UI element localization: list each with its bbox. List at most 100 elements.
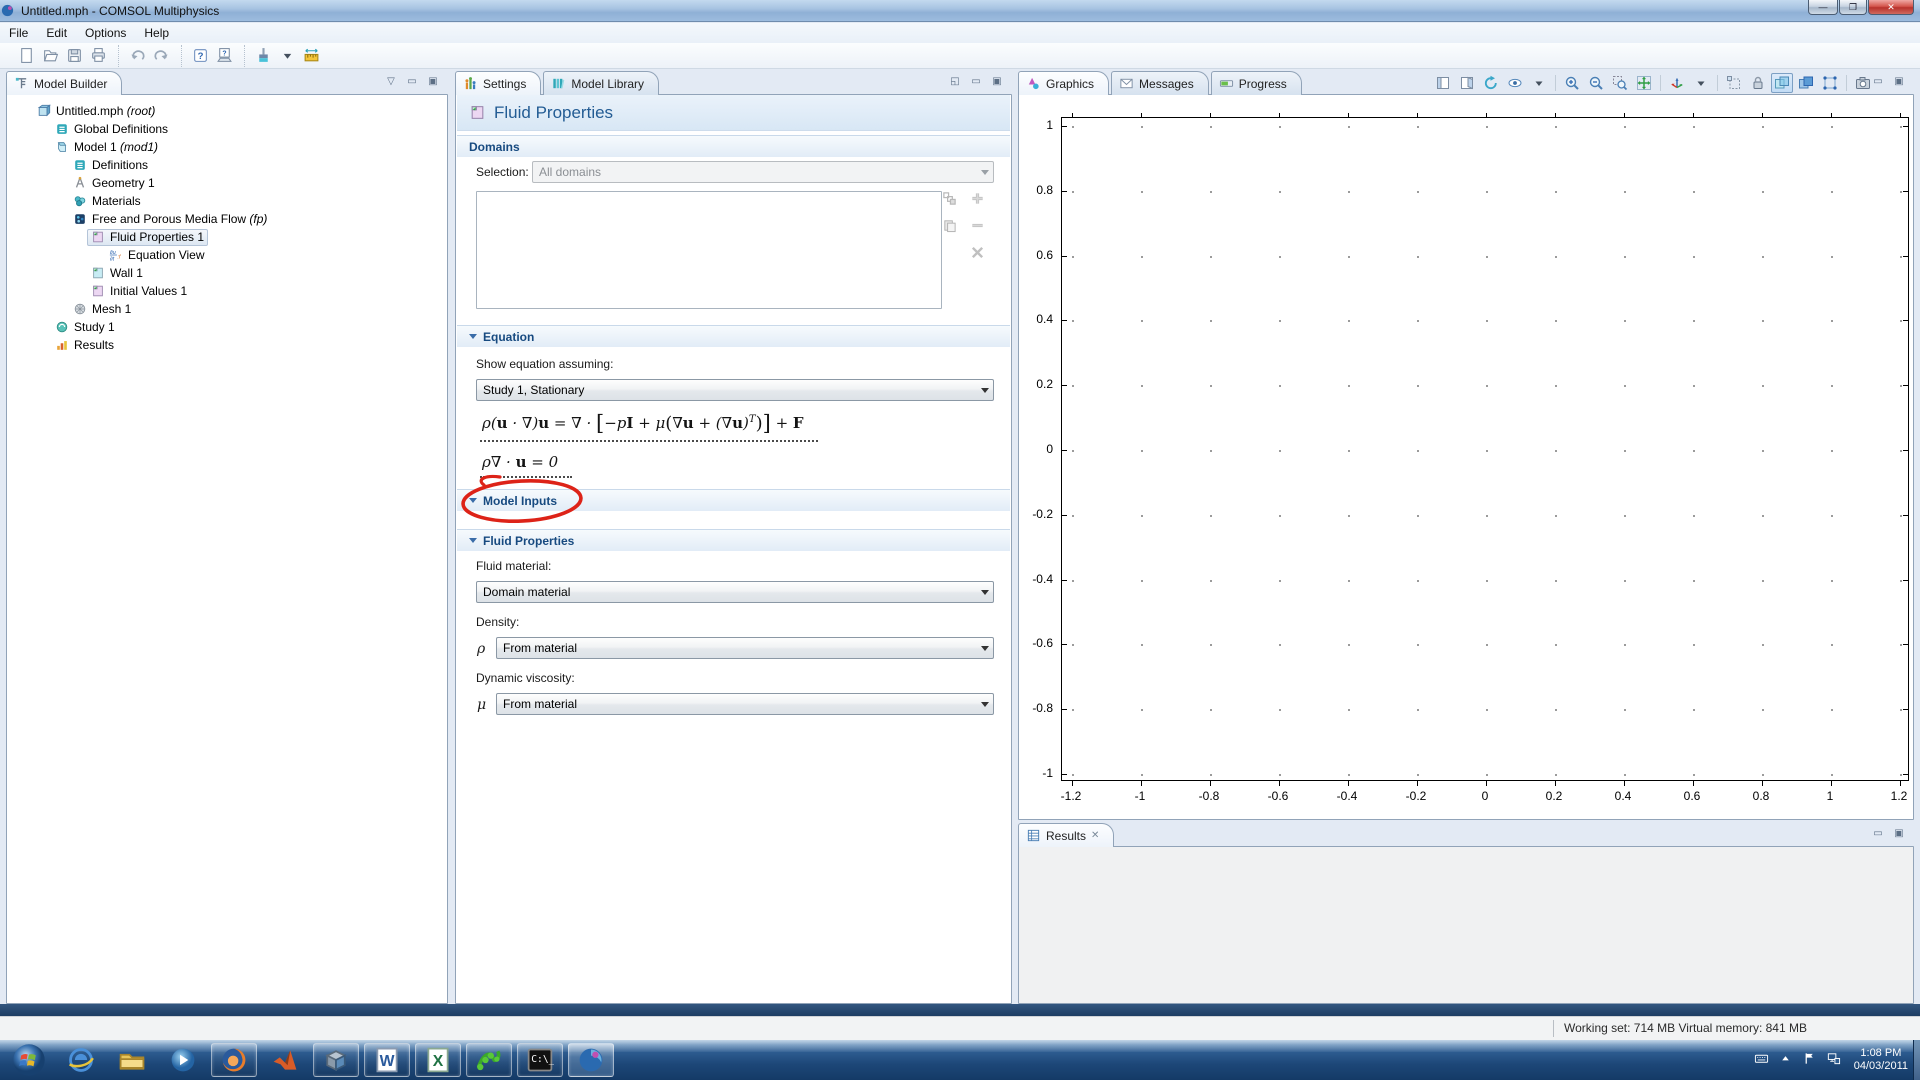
panel-left-button[interactable] — [1432, 73, 1454, 93]
tab-progress[interactable]: Progress — [1211, 71, 1302, 95]
tree-item-initial-values-1[interactable]: Initial Values 1 — [91, 282, 187, 300]
tree-item-mesh-1[interactable]: Mesh 1 — [73, 300, 131, 318]
clear-selection-button[interactable] — [968, 243, 986, 261]
tray-flag[interactable] — [1802, 1051, 1817, 1069]
view-eye-button[interactable] — [1504, 73, 1526, 93]
tray-keyboard[interactable] — [1754, 1051, 1769, 1069]
close-tab-icon[interactable]: ✕ — [1091, 830, 1099, 841]
clear-brush-button[interactable] — [251, 45, 275, 67]
taskbar-firefox[interactable] — [211, 1043, 257, 1077]
tab-model-library[interactable]: Model Library — [543, 71, 659, 95]
menu-help[interactable]: Help — [135, 24, 178, 42]
tree-item-equation-view[interactable]: ∂u∂t:fEquation View — [109, 246, 205, 264]
fluid-properties-section-bar[interactable]: Fluid Properties — [457, 529, 1010, 551]
print-button[interactable] — [86, 45, 110, 67]
taskbar-ie[interactable] — [58, 1043, 104, 1077]
clock[interactable]: 1:08 PM04/03/2011 — [1854, 1047, 1908, 1073]
app-logo-icon — [0, 3, 15, 18]
taskbar-word[interactable]: W — [364, 1043, 410, 1077]
panel-maximize-icon[interactable]: ▣ — [990, 75, 1004, 87]
redo-button[interactable] — [149, 45, 173, 67]
close-button[interactable]: ✕ — [1868, 0, 1914, 15]
show-desktop-button[interactable] — [1913, 1040, 1920, 1080]
tree-item-materials[interactable]: Materials — [73, 192, 141, 210]
tree-item-study-1[interactable]: Study 1 — [55, 318, 115, 336]
panel-minimize-icon[interactable]: ▭ — [969, 75, 983, 87]
zoom-in-button[interactable] — [1561, 73, 1583, 93]
taskbar-cmd[interactable]: C:\_ — [517, 1043, 563, 1077]
taskbar-media-player[interactable] — [160, 1043, 206, 1077]
minimize-button[interactable]: — — [1808, 0, 1838, 15]
tree-item-geometry-1[interactable]: Geometry 1 — [73, 174, 155, 192]
selection-combo[interactable]: All domains — [532, 161, 994, 183]
taskbar-excel[interactable]: X — [415, 1043, 461, 1077]
lock-button[interactable] — [1747, 73, 1769, 93]
select-frame-button[interactable] — [1723, 73, 1745, 93]
taskbar-comsol[interactable] — [568, 1043, 614, 1077]
tree-item-untitled-mph[interactable]: Untitled.mph (root) — [37, 102, 155, 120]
axis-triad-button[interactable] — [1666, 73, 1688, 93]
plot-area[interactable] — [1061, 117, 1909, 781]
caret-down-button[interactable] — [1690, 73, 1712, 93]
taskbar-start[interactable] — [6, 1043, 52, 1077]
tree-item-free-and-porous-media-flow[interactable]: Free and Porous Media Flow (fp) — [73, 210, 267, 228]
panel-maximize-icon[interactable]: ▣ — [1892, 827, 1906, 839]
tree-item-wall-1[interactable]: Wall 1 — [91, 264, 143, 282]
menu-file[interactable]: File — [0, 24, 37, 42]
zoom-out-button[interactable] — [1585, 73, 1607, 93]
taskbar-matlab[interactable] — [262, 1043, 308, 1077]
model-inputs-section-bar[interactable]: Model Inputs — [457, 489, 1010, 511]
tab-messages[interactable]: Messages — [1111, 71, 1209, 95]
open-button[interactable] — [38, 45, 62, 67]
panel-door-button[interactable] — [1456, 73, 1478, 93]
taskbar-comsol-cube[interactable] — [313, 1043, 359, 1077]
panel-maximize-icon[interactable]: ▣ — [426, 75, 440, 87]
tray-tray-caret[interactable] — [1778, 1051, 1793, 1069]
documentation-button[interactable]: ? — [212, 45, 236, 67]
wireframe-button[interactable] — [1819, 73, 1841, 93]
measure-ruler-button[interactable] — [299, 45, 323, 67]
undo-button[interactable] — [125, 45, 149, 67]
zoom-box-button[interactable] — [1609, 73, 1631, 93]
caret-down-button[interactable] — [275, 45, 299, 67]
taskbar-explorer[interactable] — [109, 1043, 155, 1077]
tab-settings[interactable]: Settings — [455, 71, 541, 95]
panel-menu-icon[interactable]: ▽ — [384, 75, 398, 87]
caret-down-button[interactable] — [1528, 73, 1550, 93]
results-tab[interactable]: Results ✕ — [1018, 823, 1114, 847]
remove-button[interactable] — [968, 216, 986, 234]
help-button[interactable]: ? — [188, 45, 212, 67]
rotate-button[interactable] — [1480, 73, 1502, 93]
panel-detach-icon[interactable]: ◱ — [948, 75, 962, 87]
zoom-extents-button[interactable] — [1633, 73, 1655, 93]
copy-selection-button[interactable] — [940, 189, 958, 207]
save-button[interactable] — [62, 45, 86, 67]
panel-minimize-icon[interactable]: ▭ — [405, 75, 419, 87]
tree-item-model-1[interactable]: Model 1 (mod1) — [55, 138, 158, 156]
menu-options[interactable]: Options — [76, 24, 135, 42]
tree-item-results[interactable]: Results — [55, 336, 114, 354]
menu-edit[interactable]: Edit — [37, 24, 76, 42]
paste-selection-button[interactable] — [940, 216, 958, 234]
model-builder-tab[interactable]: Model Builder — [6, 71, 122, 95]
tab-graphics[interactable]: Graphics — [1018, 71, 1109, 95]
scene-button[interactable] — [1795, 73, 1817, 93]
new-button[interactable] — [14, 45, 38, 67]
tree-item-fluid-properties-1[interactable]: Fluid Properties 1 — [91, 228, 208, 246]
tree-item-definitions[interactable]: Definitions — [73, 156, 148, 174]
tree-item-global-definitions[interactable]: Global Definitions — [55, 120, 168, 138]
taskbar-caterpillar[interactable] — [466, 1043, 512, 1077]
add-button[interactable] — [968, 189, 986, 207]
panel-maximize-icon[interactable]: ▣ — [1892, 75, 1906, 87]
tray-network[interactable] — [1826, 1051, 1841, 1069]
fluid-material-combo[interactable]: Domain material — [476, 581, 994, 603]
domain-list[interactable] — [476, 191, 942, 309]
viscosity-combo[interactable]: From material — [496, 693, 994, 715]
density-combo[interactable]: From material — [496, 637, 994, 659]
transparency-button[interactable] — [1771, 73, 1793, 93]
panel-minimize-icon[interactable]: ▭ — [1871, 75, 1885, 87]
panel-minimize-icon[interactable]: ▭ — [1871, 827, 1885, 839]
study-combo[interactable]: Study 1, Stationary — [476, 379, 994, 401]
equation-section-bar[interactable]: Equation — [457, 325, 1010, 347]
restore-button[interactable]: ❐ — [1839, 0, 1867, 15]
